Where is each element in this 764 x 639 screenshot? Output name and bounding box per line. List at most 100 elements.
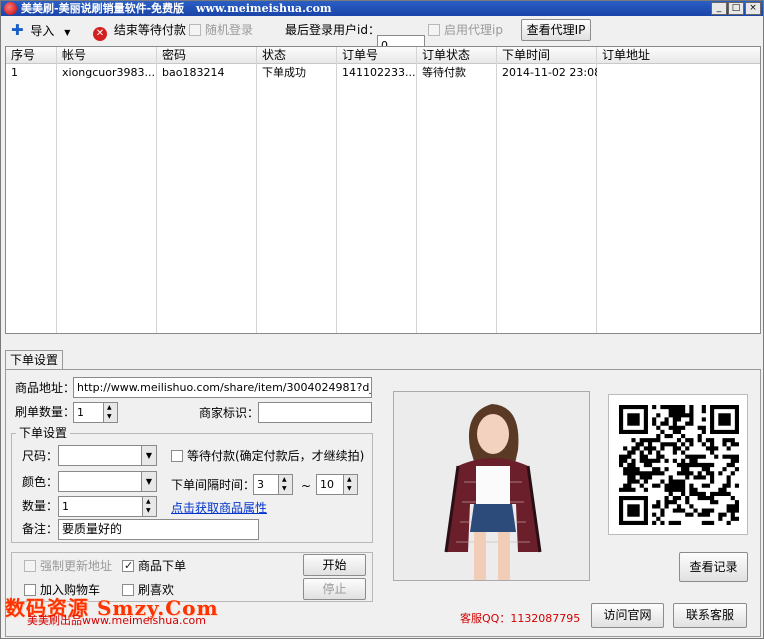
column-header-index[interactable]: 序号 (6, 47, 35, 64)
count-label: 数量： (22, 499, 59, 513)
cell-order-time: 2014-11-02 23:08 (502, 66, 597, 79)
random-login-label: 随机登录 (205, 23, 254, 37)
random-login-box[interactable] (189, 24, 201, 36)
wait-pay-box[interactable] (171, 450, 183, 462)
interval-label: 下单间隔时间： (171, 478, 256, 492)
product-photo (393, 391, 590, 581)
get-attributes-link[interactable]: 点击获取商品属性 (171, 500, 267, 516)
cell-account: xiongcuor3983... (62, 66, 156, 79)
count-value: 1 (62, 500, 69, 513)
interval-separator: ~ (301, 479, 312, 493)
table-column-divider (6, 47, 57, 333)
interval-max-value: 10 (320, 478, 334, 491)
random-login-checkbox[interactable]: 随机登录 (189, 16, 253, 45)
note-input[interactable]: 要质量好的 (58, 519, 259, 540)
footer-credit: 美美刷出品www.meimeishua.com (27, 614, 206, 627)
interval-min-value: 3 (257, 478, 264, 491)
app-window: 美美刷-美丽说刷销量软件-免费版 www.meimeishua.com _ □ … (0, 0, 764, 639)
count-stepper[interactable]: 1 (58, 496, 157, 517)
force-update-checkbox[interactable]: 强制更新地址 (24, 558, 112, 574)
count-spin-icon[interactable] (142, 497, 156, 516)
quantity-spin-icon[interactable] (103, 403, 117, 422)
cell-password: bao183214 (162, 66, 225, 79)
window-title: 美美刷-美丽说刷销量软件-免费版 www.meimeishua.com (21, 1, 332, 16)
column-header-order-status[interactable]: 订单状态 (417, 47, 470, 64)
color-label: 颜色： (22, 475, 59, 489)
force-update-box[interactable] (24, 560, 36, 572)
view-proxy-button[interactable]: 查看代理IP (521, 19, 591, 41)
table-column-divider (157, 47, 257, 333)
cell-status: 下单成功 (262, 66, 306, 79)
visit-site-button[interactable]: 访问官网 (591, 603, 664, 628)
interval-max-stepper[interactable]: 10 (316, 474, 358, 495)
close-button[interactable]: × (745, 2, 761, 15)
force-update-label: 强制更新地址 (40, 559, 113, 573)
contact-support-button[interactable]: 联系客服 (673, 603, 747, 628)
qr-code-icon (619, 405, 739, 525)
title-bar[interactable]: 美美刷-美丽说刷销量软件-免费版 www.meimeishua.com _ □ … (1, 1, 763, 16)
interval-max-spin-icon[interactable] (343, 475, 357, 494)
table-column-divider (337, 47, 417, 333)
cell-order-address (597, 64, 757, 82)
wait-pay-label: 等待付款(确定付款后，才继续拍) (187, 449, 365, 463)
cell-index: 1 (11, 66, 18, 79)
product-url-input[interactable]: http://www.meilishuo.com/share/item/3004… (73, 377, 372, 398)
use-proxy-checkbox[interactable]: 启用代理ip (428, 16, 503, 45)
plus-icon: ✚ (11, 21, 24, 39)
stop-button[interactable]: 停止 (303, 578, 366, 600)
use-proxy-label: 启用代理ip (444, 23, 503, 37)
size-label: 尺码： (22, 449, 59, 463)
minimize-button[interactable]: _ (711, 2, 727, 15)
window-title-text: 美美刷-美丽说刷销量软件-免费版 (21, 2, 185, 15)
view-records-button[interactable]: 查看记录 (679, 552, 748, 582)
maximize-button[interactable]: □ (728, 2, 744, 15)
interval-min-spin-icon[interactable] (278, 475, 292, 494)
merchant-label: 商家标识： (199, 406, 260, 420)
tab-order-settings[interactable]: 下单设置 (5, 350, 63, 370)
note-label: 备注： (22, 522, 59, 536)
color-select[interactable]: ▼ (58, 471, 157, 492)
stop-wait-label: 结束等待付款 (113, 23, 186, 37)
column-header-order-time[interactable]: 下单时间 (497, 47, 550, 64)
table-column-divider (257, 47, 337, 333)
qr-code (608, 394, 748, 535)
table-column-divider (497, 47, 597, 333)
dropdown-arrow-icon: ▼ (64, 28, 71, 37)
table-column-divider (57, 47, 157, 333)
chevron-down-icon[interactable]: ▼ (141, 446, 156, 465)
quantity-stepper[interactable]: 1 (73, 402, 118, 423)
app-logo-icon (4, 2, 17, 15)
column-header-status[interactable]: 状态 (257, 47, 286, 64)
product-order-checkbox[interactable]: 商品下单 (122, 558, 186, 574)
last-user-label: 最后登录用户id： (285, 23, 380, 37)
column-header-order-address[interactable]: 订单地址 (597, 47, 650, 64)
toolbar: ✚ 导入 ▼ ✕ 结束等待付款 随机登录 最后登录用户id： 0 启用代理ip … (1, 16, 763, 56)
import-button[interactable]: ✚ 导入 ▼ (11, 16, 70, 45)
column-header-order-no[interactable]: 订单号 (337, 47, 378, 64)
merchant-input[interactable] (258, 402, 372, 423)
window-title-url: www.meimeishua.com (195, 2, 332, 15)
chevron-down-icon[interactable]: ▼ (141, 472, 156, 491)
cell-order-status: 等待付款 (422, 66, 466, 79)
cell-order-no: 141102233... (342, 66, 416, 79)
stop-icon: ✕ (93, 27, 107, 41)
stop-wait-button[interactable]: ✕ 结束等待付款 (93, 16, 186, 45)
interval-min-stepper[interactable]: 3 (253, 474, 293, 495)
wait-pay-checkbox[interactable]: 等待付款(确定付款后，才继续拍) (171, 448, 364, 464)
column-header-account[interactable]: 帐号 (57, 47, 86, 64)
table-column-divider (417, 47, 497, 333)
order-settings-group-title: 下单设置 (16, 426, 71, 440)
column-header-password[interactable]: 密码 (157, 47, 186, 64)
window-controls: _ □ × (711, 2, 761, 15)
order-table[interactable]: 序号 帐号 密码 状态 订单号 订单状态 下单时间 订单地址 1 xiongcu… (5, 46, 761, 334)
start-button[interactable]: 开始 (303, 554, 366, 576)
product-order-box[interactable] (122, 558, 134, 574)
product-url-label: 商品地址： (15, 381, 76, 395)
model-illustration (394, 392, 589, 580)
service-qq: 客服QQ：1132087795 (460, 612, 581, 625)
import-label: 导入 (30, 24, 55, 38)
quantity-label: 刷单数量： (15, 405, 76, 419)
use-proxy-box[interactable] (428, 24, 440, 36)
size-select[interactable]: ▼ (58, 445, 157, 466)
quantity-value: 1 (77, 406, 84, 419)
